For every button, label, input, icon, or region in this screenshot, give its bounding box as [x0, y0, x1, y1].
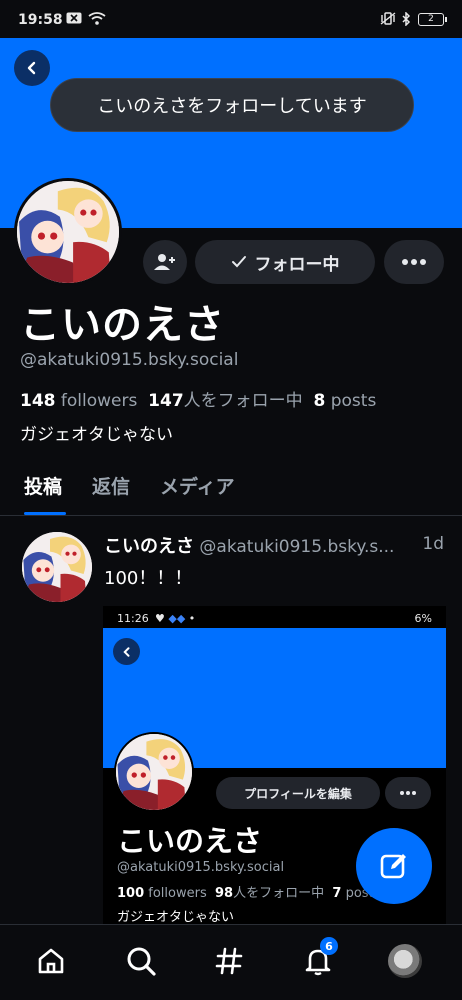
bluetooth-icon — [401, 11, 411, 29]
post-author-avatar[interactable] — [22, 532, 92, 602]
embedded-avatar — [114, 732, 194, 812]
embedded-more-button — [385, 777, 431, 809]
following-link[interactable]: 147人をフォロー中 — [148, 391, 303, 411]
search-icon — [127, 947, 156, 976]
vibrate-off-icon — [380, 12, 396, 28]
profile-stats: 148 followers 147人をフォロー中 8 posts — [20, 386, 376, 411]
embedded-battery-text: 6% — [414, 612, 432, 625]
embedded-edit-profile-button: プロフィールを編集 — [216, 777, 380, 809]
profile-tabs: 投稿 返信 メディア — [0, 468, 462, 516]
hashtag-icon — [215, 947, 243, 975]
embedded-following-count: 98 — [215, 886, 234, 901]
nav-search[interactable] — [119, 939, 163, 983]
following-label: 人をフォロー中 — [183, 391, 303, 411]
add-user-icon — [154, 254, 175, 270]
check-icon — [231, 256, 246, 268]
notifications-badge: 6 — [320, 937, 338, 955]
display-name: こいのえさ — [20, 302, 225, 348]
nav-feeds[interactable] — [207, 939, 251, 983]
wifi-icon — [88, 12, 106, 28]
followers-count: 148 — [20, 391, 56, 411]
embedded-status-icons: ♥ ◆◆ • — [155, 612, 196, 625]
post-author-name[interactable]: こいのえさ — [104, 536, 194, 557]
compose-button[interactable] — [356, 828, 432, 904]
embedded-followers-label: followers — [148, 886, 207, 901]
more-dots-icon — [402, 259, 426, 265]
more-dots-icon — [400, 791, 416, 795]
chevron-left-icon — [122, 646, 129, 657]
chevron-left-icon — [27, 61, 36, 75]
followers-link[interactable]: 148 followers — [20, 391, 137, 411]
following-count: 147 — [148, 391, 184, 411]
posts-count: 8 — [313, 391, 326, 411]
back-button[interactable] — [14, 50, 50, 86]
notification-icon — [66, 12, 82, 27]
post-text: 100！！！ — [104, 568, 193, 589]
profile-handle: @akatuki0915.bsky.social — [20, 350, 239, 370]
following-button-label: フォロー中 — [254, 254, 340, 275]
battery-icon: 2 — [418, 13, 447, 26]
embedded-stats: 100 followers 98人をフォロー中 7 posts — [117, 882, 380, 901]
tab-replies[interactable]: 返信 — [92, 472, 130, 499]
post-author-handle: @akatuki0915.bsky.s... — [199, 537, 395, 557]
user-avatar — [388, 944, 422, 978]
active-tab-indicator — [24, 512, 66, 515]
following-button[interactable]: フォロー中 — [195, 240, 375, 284]
post-header: こいのえさ @akatuki0915.bsky.s... — [104, 532, 449, 558]
embedded-handle: @akatuki0915.bsky.social — [117, 860, 285, 875]
posts-label: posts — [330, 391, 377, 411]
add-user-button[interactable] — [143, 240, 187, 284]
home-icon — [38, 948, 64, 974]
compose-icon — [380, 854, 406, 879]
nav-notifications[interactable]: 6 — [296, 937, 340, 983]
followers-label: followers — [60, 391, 138, 411]
embedded-status-time: 11:26 — [117, 612, 149, 625]
embedded-posts-count: 7 — [332, 886, 342, 901]
status-bar: 19:58 2 — [0, 0, 462, 38]
status-time: 19:58 — [18, 12, 63, 28]
profile-bio: ガジェオタじゃない — [20, 425, 173, 445]
embedded-followers-count: 100 — [117, 886, 145, 901]
bottom-nav: 6 — [0, 924, 462, 1000]
tab-media[interactable]: メディア — [160, 472, 235, 499]
follow-toast: こいのえさをフォローしています — [50, 78, 414, 132]
more-options-button[interactable] — [384, 240, 444, 284]
tab-posts[interactable]: 投稿 — [24, 472, 62, 499]
embedded-bio: ガジェオタじゃない — [117, 910, 235, 924]
nav-profile[interactable] — [383, 939, 427, 983]
profile-avatar[interactable] — [14, 178, 122, 286]
embedded-back-button — [113, 638, 140, 665]
embedded-display-name: こいのえさ — [117, 824, 263, 858]
embedded-following-label: 人をフォロー中 — [233, 886, 325, 901]
nav-home[interactable] — [29, 939, 73, 983]
post-timestamp: 1d — [422, 534, 444, 554]
